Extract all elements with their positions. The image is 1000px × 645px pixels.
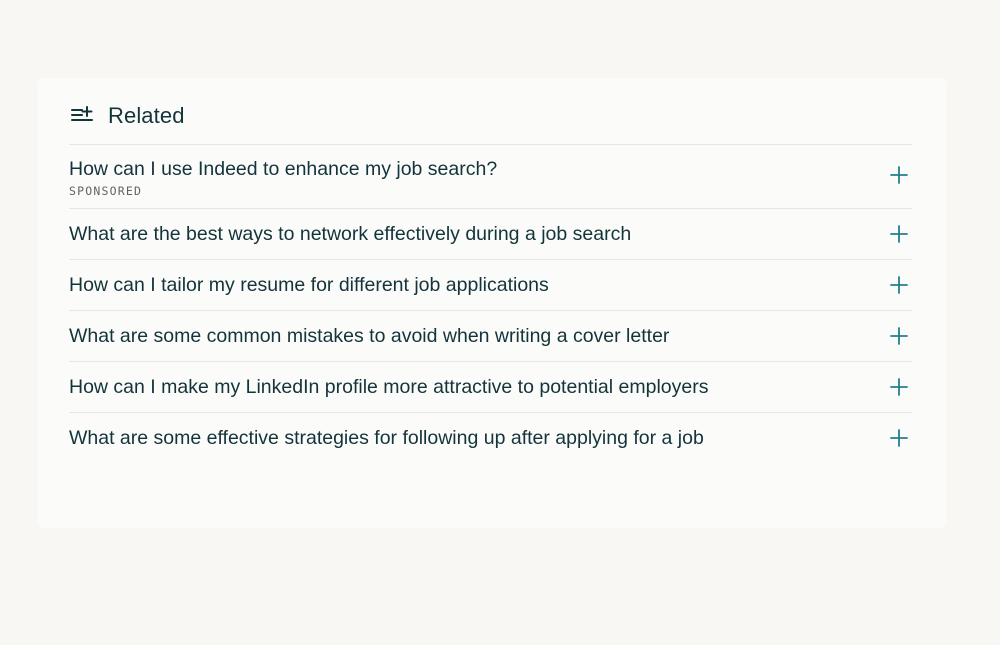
sponsored-label: SPONSORED <box>69 184 143 198</box>
related-item[interactable]: How can I use Indeed to enhance my job s… <box>69 145 912 209</box>
related-item-text: How can I use Indeed to enhance my job s… <box>69 145 497 198</box>
related-header: Related <box>70 100 185 132</box>
related-item[interactable]: What are some effective strategies for f… <box>69 413 912 463</box>
plus-icon[interactable] <box>890 276 908 294</box>
related-item[interactable]: How can I tailor my resume for different… <box>69 260 912 311</box>
related-item-label: What are some common mistakes to avoid w… <box>69 324 670 347</box>
related-item-label: How can I use Indeed to enhance my job s… <box>69 158 498 180</box>
plus-icon[interactable] <box>890 378 908 396</box>
related-item[interactable]: What are some common mistakes to avoid w… <box>69 311 912 362</box>
related-item-label: What are the best ways to network effect… <box>69 222 632 245</box>
related-item[interactable]: What are the best ways to network effect… <box>69 209 912 260</box>
plus-icon[interactable] <box>890 327 908 345</box>
related-item-label: How can I make my LinkedIn profile more … <box>69 375 709 398</box>
plus-icon[interactable] <box>890 225 908 243</box>
related-item-label: How can I tailor my resume for different… <box>69 273 549 296</box>
related-item[interactable]: How can I make my LinkedIn profile more … <box>69 362 912 413</box>
related-list: How can I use Indeed to enhance my job s… <box>69 144 912 463</box>
plus-icon[interactable] <box>890 166 908 184</box>
related-item-label: What are some effective strategies for f… <box>69 426 704 449</box>
related-title: Related <box>108 103 185 128</box>
plus-icon[interactable] <box>890 429 908 447</box>
related-list-icon <box>70 106 94 126</box>
